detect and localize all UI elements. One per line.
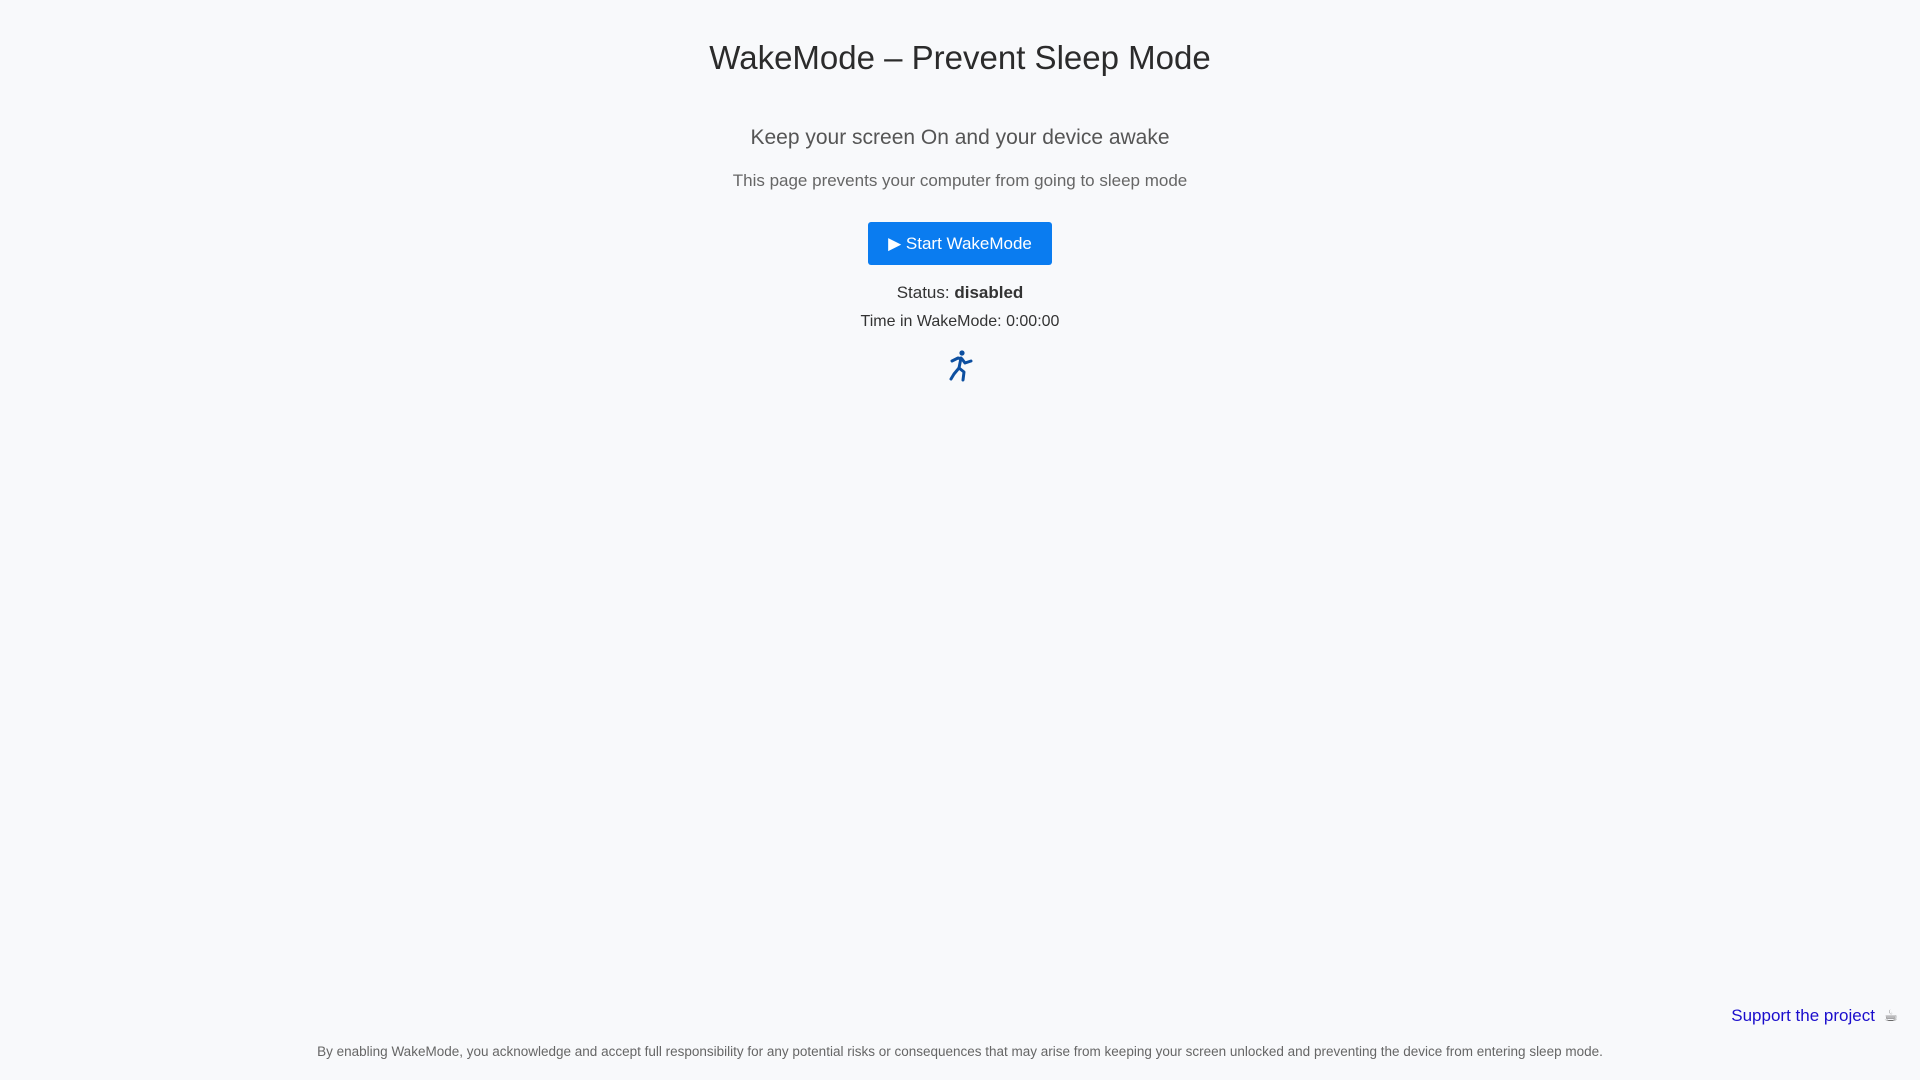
timer-line: Time in WakeMode: 0:00:00 — [0, 311, 1920, 333]
support-link-label: Support the project — [1731, 1006, 1875, 1025]
status-label: Status: — [896, 283, 950, 302]
subtitle: Keep your screen On and your device awak… — [750, 126, 1170, 149]
description: This page prevents your computer from go… — [732, 171, 1188, 190]
coffee-icon: ☕ — [1883, 1006, 1898, 1025]
start-wakemode-button[interactable]: ▶ Start WakeMode — [868, 222, 1052, 265]
status-line: Status: disabled — [0, 282, 1920, 304]
page: WakeMode – Prevent Sleep Mode Keep your … — [0, 0, 1920, 1080]
disclaimer: By enabling WakeMode, you acknowledge an… — [317, 1044, 1603, 1059]
running-person-icon — [949, 350, 973, 382]
timer-value: 0:00:00 — [1006, 313, 1060, 330]
status-value: disabled — [954, 283, 1024, 302]
page-title: WakeMode – Prevent Sleep Mode — [709, 39, 1211, 76]
support-project-link[interactable]: Support the project ☕ — [1731, 1005, 1898, 1027]
timer-label: Time in WakeMode: — [860, 313, 1002, 330]
